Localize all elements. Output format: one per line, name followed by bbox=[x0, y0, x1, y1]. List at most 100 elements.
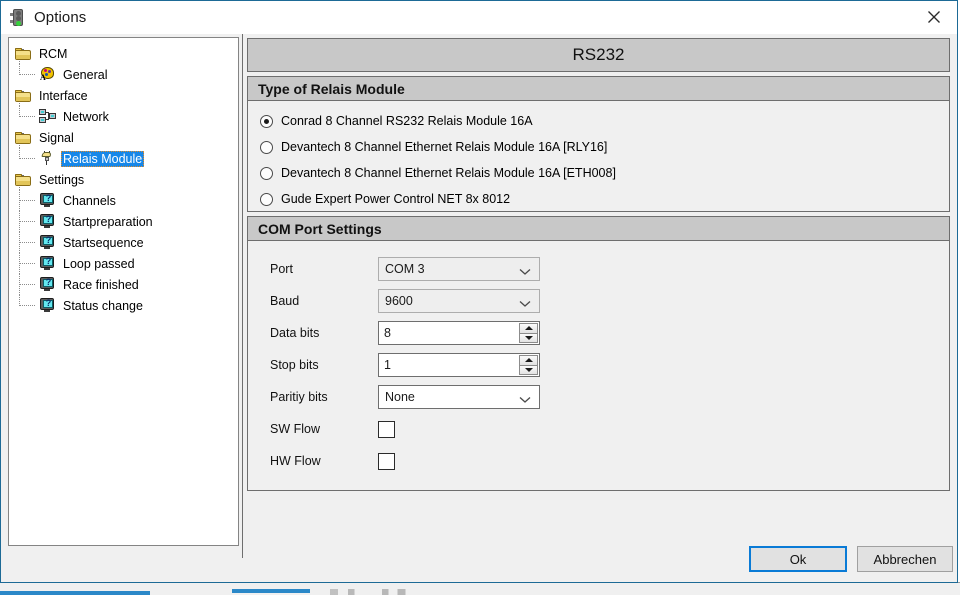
spinner-buttons[interactable] bbox=[519, 323, 538, 343]
settings-detail-panel: RS232 Type of Relais Module Conrad 8 Cha… bbox=[247, 38, 950, 544]
com-port-fields: Port COM 3 Baud 9600 Data bits 8 Stop bits 1 Par… bbox=[247, 241, 950, 491]
relais-type-option-1[interactable]: Devantech 8 Channel Ethernet Relais Modu… bbox=[248, 134, 949, 160]
tree-connector bbox=[19, 242, 35, 243]
ok-button[interactable]: Ok bbox=[749, 546, 847, 572]
tree-item-label: Network bbox=[63, 109, 109, 124]
tree-connector bbox=[19, 221, 20, 232]
tree-connector bbox=[19, 200, 20, 211]
tree-item-relais-module[interactable]: Relais Module bbox=[9, 148, 238, 169]
close-icon[interactable] bbox=[911, 1, 957, 33]
tree-item-status-change[interactable]: ? Status change bbox=[9, 295, 238, 316]
field-label-stop-bits: Stop bits bbox=[270, 358, 319, 372]
tree-item-rcm[interactable]: RCM bbox=[9, 43, 238, 64]
cancel-button[interactable]: Abbrechen bbox=[857, 546, 953, 572]
question-monitor-icon: ? bbox=[39, 256, 57, 271]
tree-item-network[interactable]: Network bbox=[9, 106, 238, 127]
field-row-hw-flow: HW Flow bbox=[248, 445, 949, 477]
question-monitor-icon: ? bbox=[39, 277, 57, 292]
traffic-light-icon bbox=[10, 8, 26, 27]
triangle-up-icon bbox=[524, 358, 533, 363]
relais-type-options: Conrad 8 Channel RS232 Relais Module 16A… bbox=[247, 101, 950, 212]
tree-item-label: RCM bbox=[39, 46, 68, 61]
field-label-sw-flow: SW Flow bbox=[270, 422, 320, 436]
radio-button-icon[interactable] bbox=[260, 140, 273, 154]
tree-connector bbox=[19, 158, 35, 159]
tree-item-label: Interface bbox=[39, 88, 88, 103]
background-window-accent-left bbox=[0, 591, 150, 595]
spinner-data-bits[interactable]: 8 bbox=[378, 321, 540, 345]
combobox-baud[interactable]: 9600 bbox=[378, 289, 540, 313]
triangle-down-icon bbox=[524, 367, 533, 372]
tree-item-settings[interactable]: Settings bbox=[9, 169, 238, 190]
tree-item-label: Startpreparation bbox=[63, 214, 153, 229]
question-monitor-icon: ? bbox=[39, 193, 57, 208]
spinner-up-button[interactable] bbox=[519, 323, 538, 334]
tree-connector bbox=[19, 116, 35, 117]
relais-type-option-0[interactable]: Conrad 8 Channel RS232 Relais Module 16A bbox=[248, 108, 949, 134]
spinner-down-button[interactable] bbox=[519, 365, 538, 375]
folder-icon bbox=[15, 131, 33, 145]
spinner-buttons[interactable] bbox=[519, 355, 538, 375]
tree-item-label: Race finished bbox=[63, 277, 139, 292]
com-port-section-header: COM Port Settings bbox=[247, 216, 950, 241]
tree-item-channels[interactable]: ? Channels bbox=[9, 190, 238, 211]
relais-type-option-3[interactable]: Gude Expert Power Control NET 8x 8012 bbox=[248, 186, 949, 212]
tree-item-loop-passed[interactable]: ? Loop passed bbox=[9, 253, 238, 274]
tree-item-interface[interactable]: Interface bbox=[9, 85, 238, 106]
page-title: RS232 bbox=[247, 38, 950, 72]
field-row-paritiy-bits: Paritiy bits None bbox=[248, 381, 949, 413]
combobox-value-paritiy-bits: None bbox=[385, 390, 415, 404]
combobox-paritiy-bits[interactable]: None bbox=[378, 385, 540, 409]
spinner-stop-bits[interactable]: 1 bbox=[378, 353, 540, 377]
question-monitor-icon: ? bbox=[39, 235, 57, 250]
dialog-client-area: RCM A General Interface Network Signal Relais … bbox=[1, 34, 957, 582]
background-window-strip bbox=[0, 582, 960, 595]
tree-item-startpreparation[interactable]: ? Startpreparation bbox=[9, 211, 238, 232]
triangle-down-icon bbox=[524, 335, 533, 340]
palette-icon: A bbox=[39, 67, 57, 82]
background-window-text bbox=[330, 589, 460, 595]
checkbox-hw-flow[interactable] bbox=[378, 452, 395, 470]
tree-connector bbox=[19, 263, 35, 264]
panel-splitter[interactable] bbox=[242, 34, 243, 558]
relais-type-option-label: Conrad 8 Channel RS232 Relais Module 16A bbox=[281, 114, 533, 128]
tree-item-label: Status change bbox=[63, 298, 143, 313]
tree-connector bbox=[19, 284, 35, 285]
background-window-accent-mid bbox=[232, 589, 310, 593]
field-label-port: Port bbox=[270, 262, 293, 276]
combobox-port[interactable]: COM 3 bbox=[378, 257, 540, 281]
relais-type-option-label: Devantech 8 Channel Ethernet Relais Modu… bbox=[281, 166, 616, 180]
tree-item-label: Relais Module bbox=[61, 150, 145, 167]
folder-icon bbox=[15, 47, 33, 61]
folder-icon bbox=[15, 173, 33, 187]
spinner-up-button[interactable] bbox=[519, 355, 538, 366]
radio-button-icon[interactable] bbox=[260, 114, 273, 128]
tree-item-label: Settings bbox=[39, 172, 85, 187]
chevron-down-icon[interactable] bbox=[519, 393, 531, 407]
question-monitor-icon: ? bbox=[39, 214, 57, 229]
field-row-data-bits: Data bits 8 bbox=[248, 317, 949, 349]
folder-icon bbox=[15, 89, 33, 103]
chevron-down-icon[interactable] bbox=[519, 265, 531, 279]
plug-icon bbox=[39, 151, 57, 166]
field-row-port: Port COM 3 bbox=[248, 253, 949, 285]
tree-item-race-finished[interactable]: ? Race finished bbox=[9, 274, 238, 295]
tree-item-signal[interactable]: Signal bbox=[9, 127, 238, 148]
field-label-baud: Baud bbox=[270, 294, 300, 308]
tree-item-startsequence[interactable]: ? Startsequence bbox=[9, 232, 238, 253]
chevron-down-icon[interactable] bbox=[519, 297, 531, 311]
tree-connector bbox=[19, 263, 20, 274]
settings-tree[interactable]: RCM A General Interface Network Signal Relais … bbox=[8, 37, 239, 546]
tree-item-label: Startsequence bbox=[63, 235, 144, 250]
tree-connector bbox=[19, 200, 35, 201]
radio-button-icon[interactable] bbox=[260, 166, 273, 180]
spinner-down-button[interactable] bbox=[519, 333, 538, 343]
triangle-up-icon bbox=[524, 326, 533, 331]
field-label-paritiy-bits: Paritiy bits bbox=[270, 390, 328, 404]
checkbox-sw-flow[interactable] bbox=[378, 420, 395, 438]
dialog-footer: Ok Abbrechen bbox=[1, 538, 957, 582]
relais-type-option-2[interactable]: Devantech 8 Channel Ethernet Relais Modu… bbox=[248, 160, 949, 186]
radio-button-icon[interactable] bbox=[260, 192, 273, 206]
tree-item-general[interactable]: A General bbox=[9, 64, 238, 85]
tree-item-label: General bbox=[63, 67, 108, 82]
